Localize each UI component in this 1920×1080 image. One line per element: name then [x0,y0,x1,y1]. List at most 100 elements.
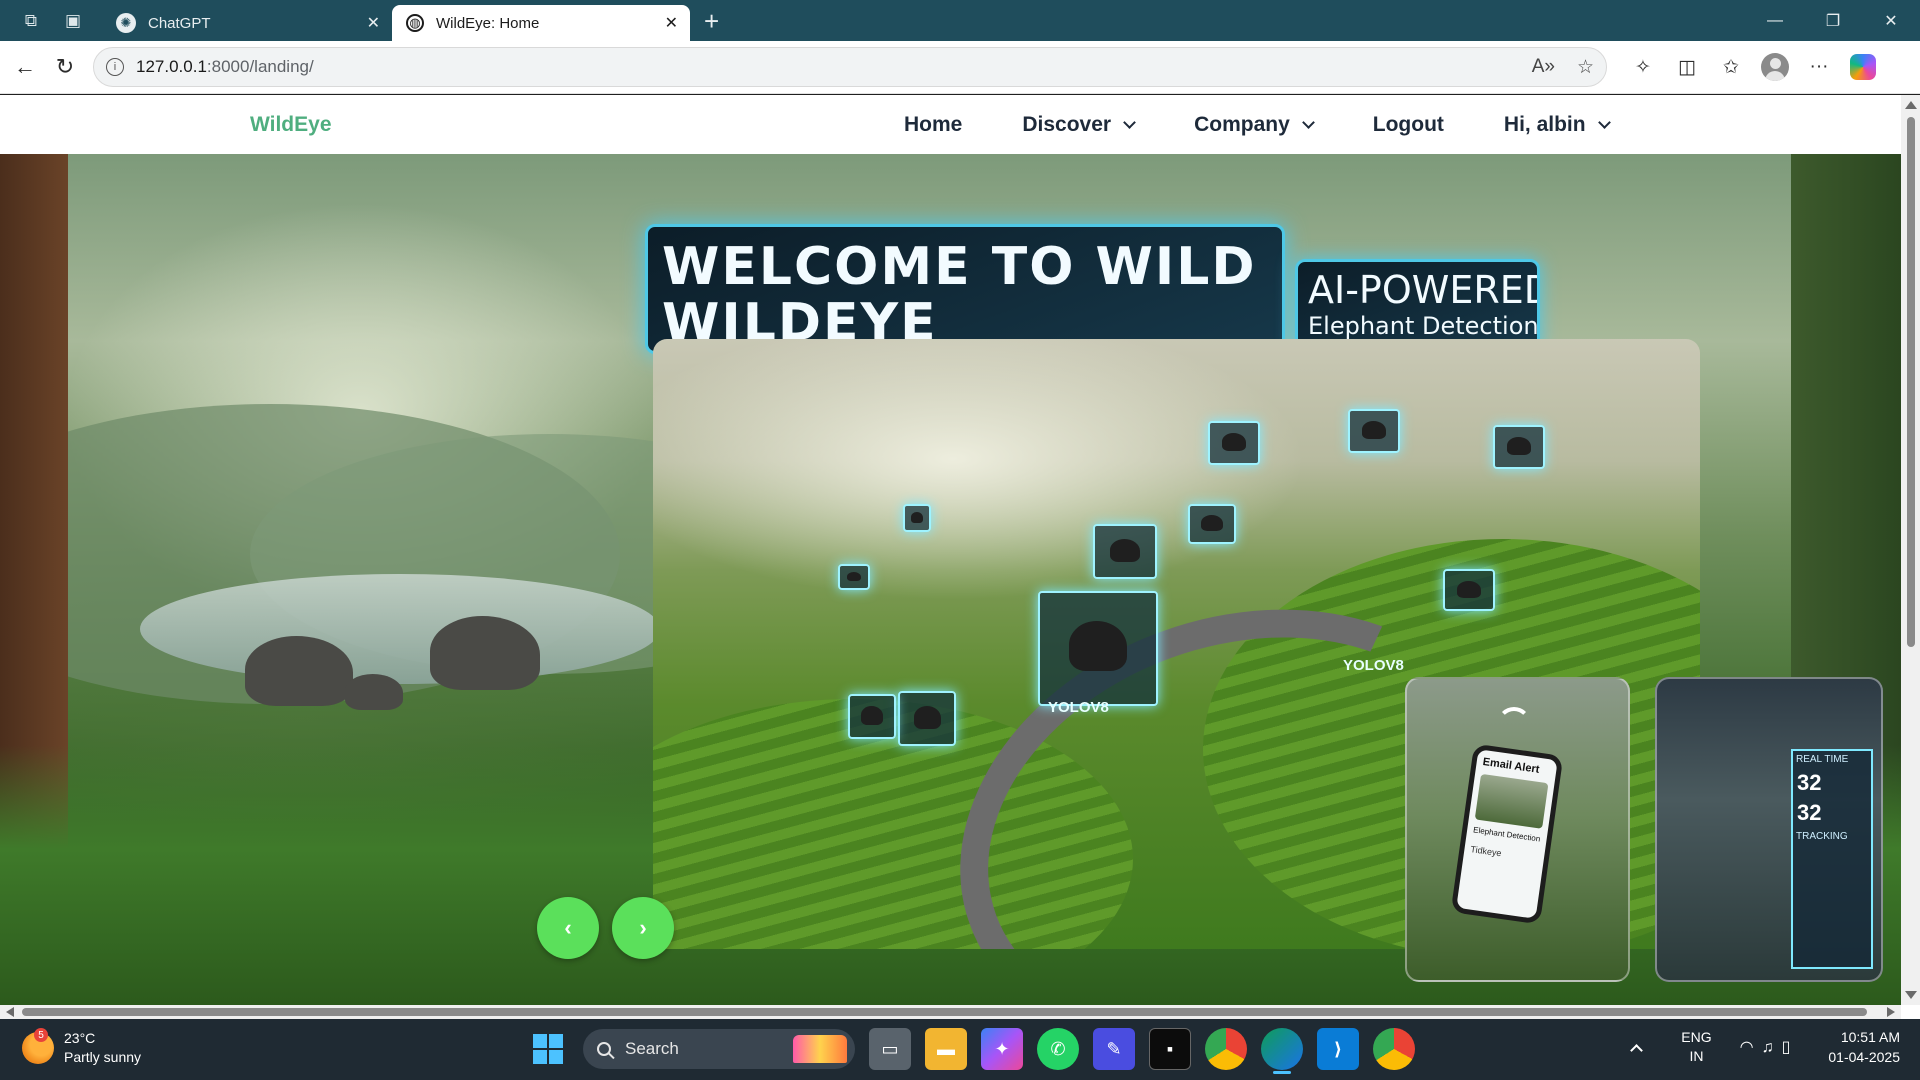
restore-icon[interactable]: ❐ [1804,0,1862,41]
nav-home[interactable]: Home [904,113,962,137]
page-viewport: WildEye Home Discover Company Logout Hi,… [0,95,1920,1019]
detection-card [903,504,931,532]
partly-sunny-icon: 5 [22,1028,54,1064]
clock-date: 01-04-2025 [1828,1049,1900,1065]
monitor-number: 32 [1797,770,1822,795]
start-button[interactable] [527,1028,569,1070]
detection-card [1493,425,1545,469]
url-path: :8000/landing/ [206,57,314,76]
detection-card [1443,569,1495,611]
chevron-up-icon[interactable] [1630,1043,1644,1057]
more-options-icon[interactable]: ··· [1799,47,1839,87]
site-brand[interactable]: WildEye [250,113,332,137]
vertical-scrollbar[interactable] [1901,95,1920,1005]
welcome-banner: WELCOME TO WILD WILDEYE [645,224,1285,354]
address-bar-actions: A» ☆ [1532,56,1594,79]
scroll-right-icon[interactable] [1887,1007,1895,1017]
detection-card [1208,421,1260,465]
url-host: 127.0.0.1 [136,57,207,76]
pen-app-icon[interactable]: ✎ [1093,1028,1135,1070]
nav-logout[interactable]: Logout [1373,113,1444,137]
weather-widget[interactable]: 5 23°C Partly sunny [22,1028,141,1067]
tulips-icon [793,1035,847,1063]
whatsapp-icon[interactable]: ✆ [1037,1028,1079,1070]
clock[interactable]: 10:51 AM 01-04-2025 [1828,1027,1900,1067]
scroll-left-icon[interactable] [6,1007,14,1017]
address-bar[interactable]: i 127.0.0.1:8000/landing/ A» ☆ [93,47,1607,87]
window-controls: — ❐ ✕ [1746,0,1920,41]
close-tab-icon[interactable]: ✕ [665,13,678,33]
scroll-down-icon[interactable] [1905,991,1917,999]
vscode-icon[interactable]: ⟩ [1317,1028,1359,1070]
favorite-star-icon[interactable]: ☆ [1577,56,1594,79]
lang-top: ENG [1681,1029,1712,1045]
scrollbar-thumb[interactable] [1907,117,1915,647]
favorites-icon[interactable]: ✩ [1711,47,1751,87]
ai-powered-text: AI-POWERED [1308,268,1540,312]
phone-elephant-image [1474,773,1549,829]
nav-user-label: Hi, albin [1503,112,1586,136]
split-screen-icon[interactable]: ◫ [1667,47,1707,87]
monitor-label: REAL TIME [1796,754,1849,765]
notification-badge: 5 [34,1028,48,1042]
nav-links: Home Discover Company Logout Hi, albin [904,113,1669,137]
terminal-icon[interactable]: ▪ [1149,1028,1191,1070]
url-text: 127.0.0.1:8000/landing/ [136,57,314,77]
extensions-icon[interactable]: ✧ [1623,47,1663,87]
nav-company[interactable]: Company [1194,112,1315,137]
copilot-button[interactable] [1843,47,1883,87]
new-tab-button[interactable]: + [704,8,719,34]
nav-user-menu[interactable]: Hi, albin [1503,112,1611,137]
site-info-icon[interactable]: i [106,58,124,76]
carousel-next-button[interactable]: › [612,897,674,959]
language-indicator[interactable]: ENG IN [1681,1028,1711,1066]
tab-wildeye-home[interactable]: ◍ WildEye: Home ✕ [392,5,690,41]
nav-logout-label: Logout [1372,112,1444,136]
site-navbar: WildEye Home Discover Company Logout Hi,… [0,95,1901,154]
detection-card [1348,409,1400,453]
chevron-down-icon [1123,115,1136,129]
minimize-icon[interactable]: — [1746,0,1804,41]
windows-taskbar: 5 23°C Partly sunny Search ▭ ▬ ✦ ✆ ✎ ▪ ⟩… [0,1019,1920,1080]
detection-card [1093,524,1157,579]
taskbar-search[interactable]: Search [583,1029,855,1069]
tab-actions-icon[interactable]: ▣ [62,10,84,32]
yolo-label: YOLOV8 [1343,657,1404,674]
chrome-icon[interactable] [1205,1028,1247,1070]
workspaces-icon[interactable]: ⧉ [20,10,42,32]
copilot-app-icon[interactable]: ✦ [981,1028,1023,1070]
scrollbar-thumb[interactable] [22,1008,1867,1016]
close-window-icon[interactable]: ✕ [1862,0,1920,41]
nav-discover[interactable]: Discover [1022,112,1136,137]
tab-chatgpt[interactable]: ✺ ChatGPT ✕ [102,5,392,41]
nav-home-label: Home [904,112,963,136]
nav-company-label: Company [1194,112,1290,136]
copilot-icon [1850,54,1876,80]
scroll-up-icon[interactable] [1905,101,1917,109]
detection-card [848,694,896,739]
search-label: Search [625,1039,679,1058]
refresh-icon[interactable]: ↻ [45,47,85,87]
chevron-down-icon [1301,115,1315,129]
browser-toolbar: ← ↻ i 127.0.0.1:8000/landing/ A» ☆ ✧ ◫ ✩… [0,41,1920,94]
chatgpt-icon: ✺ [116,13,136,33]
nav-discover-label: Discover [1022,112,1112,136]
horizontal-scrollbar[interactable] [0,1005,1901,1019]
yolo-label: YOLOV8 [1048,699,1109,716]
phone-title: Email Alert [1481,755,1541,776]
carousel-thumbnail-email-alert[interactable]: Email Alert Elephant Detection Tidkeye [1405,677,1630,982]
lake-shape [140,574,660,684]
network-volume-battery-icons[interactable]: ◠♫▯ [1740,1037,1799,1057]
detection-card [838,564,870,590]
chrome-profile-icon[interactable] [1373,1028,1415,1070]
read-aloud-icon[interactable]: A» [1532,56,1555,79]
task-view-icon[interactable]: ▭ [869,1028,911,1070]
back-icon[interactable]: ← [5,47,45,87]
edge-icon[interactable] [1261,1028,1303,1074]
carousel-prev-button[interactable]: ‹ [537,897,599,959]
file-explorer-icon[interactable]: ▬ [925,1028,967,1070]
detection-card [1038,591,1158,706]
carousel-thumbnail-monitoring[interactable]: REAL TIME 32 32 TRACKING [1655,677,1883,982]
profile-button[interactable] [1755,47,1795,87]
close-tab-icon[interactable]: ✕ [367,13,380,33]
